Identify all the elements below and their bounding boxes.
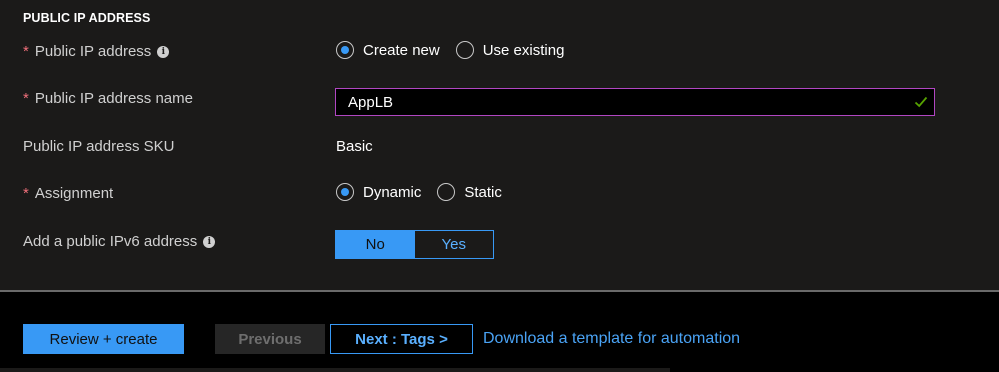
assignment-radio-group: Dynamic Static [336,183,518,201]
public-ip-name-input[interactable]: AppLB [335,88,935,116]
info-icon[interactable]: i [203,235,216,248]
radio-use-existing-label: Use existing [482,41,565,59]
public-ip-radio-group: Create new Use existing [336,41,580,59]
page: PUBLIC IP ADDRESS * Public IP address i … [0,0,999,372]
radio-unchecked-icon[interactable] [437,183,456,201]
previous-button[interactable]: Previous [215,324,325,354]
public-ip-name-label: * Public IP address name [23,90,193,107]
toggle-no[interactable]: No [336,231,415,258]
info-icon[interactable]: i [157,45,170,58]
ipv6-toggle: No Yes [335,230,494,259]
download-template-link[interactable]: Download a template for automation [483,330,740,348]
public-ip-label: * Public IP address i [23,43,170,60]
checkmark-icon [914,96,928,108]
sku-label: Public IP address SKU [23,138,174,155]
radio-static[interactable]: Static [437,183,502,201]
radio-dynamic[interactable]: Dynamic [336,183,421,201]
section-title: PUBLIC IP ADDRESS [23,11,151,25]
review-create-button[interactable]: Review + create [23,324,184,354]
required-asterisk: * [23,185,29,202]
radio-unchecked-icon[interactable] [455,41,474,59]
radio-checked-icon[interactable] [336,41,354,59]
required-asterisk: * [23,90,29,107]
radio-static-label: Static [464,183,502,201]
radio-create-new-label: Create new [363,41,440,59]
public-ip-label-text: Public IP address [34,43,152,60]
form-panel: PUBLIC IP ADDRESS * Public IP address i … [0,0,999,290]
footer-bar: Review + create Previous Next : Tags > D… [0,292,999,372]
next-tags-button[interactable]: Next : Tags > [330,324,473,354]
radio-dynamic-label: Dynamic [363,183,422,201]
public-ip-name-value: AppLB [348,93,394,111]
radio-checked-icon[interactable] [336,183,354,201]
ipv6-label-text: Add a public IPv6 address [23,233,198,250]
assignment-label: * Assignment [23,185,113,202]
radio-use-existing[interactable]: Use existing [455,41,565,59]
required-asterisk: * [23,43,29,60]
radio-create-new[interactable]: Create new [336,41,440,59]
footer-band [0,368,670,372]
ipv6-label: Add a public IPv6 address i [23,233,216,250]
toggle-yes[interactable]: Yes [415,231,494,258]
sku-label-text: Public IP address SKU [23,138,175,155]
sku-value: Basic [336,138,373,155]
assignment-label-text: Assignment [34,185,114,202]
public-ip-name-label-text: Public IP address name [34,90,193,107]
